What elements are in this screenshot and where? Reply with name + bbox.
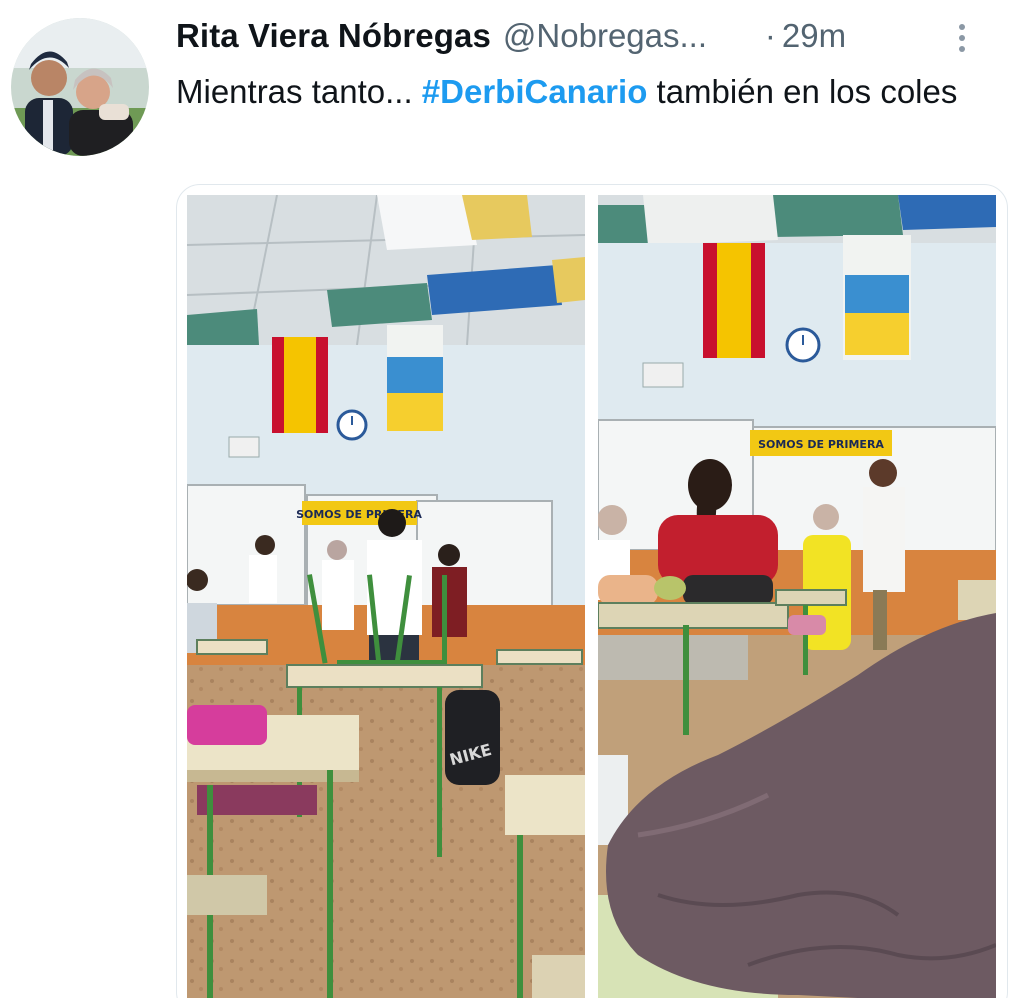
tweet-header: Rita Viera Nóbregas @Nobregas... · 29m — [176, 14, 1004, 58]
user-handle[interactable]: @Nobregas... — [503, 17, 753, 55]
media-container: SOMOS DE PRIMERA NIKE SOMOS DE PRIMERA — [176, 184, 1008, 998]
timestamp[interactable]: 29m — [782, 17, 846, 55]
avatar-image — [11, 18, 149, 156]
avatar[interactable] — [11, 18, 149, 156]
classroom-photo-left: SOMOS DE PRIMERA NIKE — [187, 195, 585, 998]
banner-text-right: SOMOS DE PRIMERA — [758, 438, 884, 451]
more-vertical-icon[interactable] — [944, 18, 980, 58]
photo-classroom-right[interactable]: SOMOS DE PRIMERA — [598, 195, 996, 998]
separator-dot: · — [764, 17, 776, 54]
tweet-text-start: Mientras tanto... — [176, 73, 422, 110]
display-name[interactable]: Rita Viera Nóbregas — [176, 17, 491, 55]
tweet-text-end: también en los coles — [647, 73, 958, 110]
tweet[interactable]: Rita Viera Nóbregas @Nobregas... · 29m M… — [0, 0, 1024, 998]
classroom-photo-right: SOMOS DE PRIMERA — [598, 195, 996, 998]
hashtag-link[interactable]: #DerbiCanario — [422, 73, 648, 110]
photo-classroom-left[interactable]: SOMOS DE PRIMERA NIKE — [187, 195, 585, 998]
tweet-text: Mientras tanto... #DerbiCanario también … — [176, 66, 1006, 118]
